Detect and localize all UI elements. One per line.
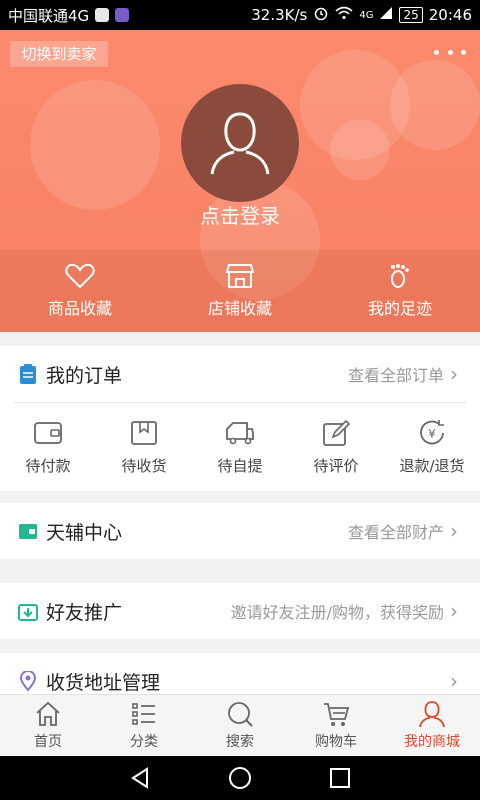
battery-level: 25 — [399, 7, 423, 23]
orders-card: 我的订单 查看全部订单 › 待付款 待收货 待自提 待评价 ¥ 退款/退货 — [0, 346, 480, 491]
gift-icon — [18, 604, 38, 621]
invite-label: 邀请好友注册/购物，获得奖励 — [230, 603, 444, 622]
carrier-label: 中国联通4G — [8, 6, 90, 25]
avatar[interactable] — [181, 84, 299, 202]
home-circle-icon[interactable] — [228, 766, 252, 790]
nav-my-mall[interactable]: 我的商城 — [384, 695, 480, 756]
nav-cart[interactable]: 购物车 — [288, 695, 384, 756]
nav-category-label: 分类 — [130, 734, 158, 750]
orders-header[interactable]: 我的订单 查看全部订单 › — [0, 346, 480, 402]
notification-icon — [95, 8, 110, 22]
invite-friends-title: 好友推广 — [46, 601, 123, 624]
cart-icon — [324, 703, 350, 726]
nav-home[interactable]: 首页 — [0, 695, 96, 756]
person-icon — [419, 701, 445, 728]
pending-receipt-button[interactable]: 待收货 — [96, 419, 192, 476]
recents-icon[interactable] — [328, 766, 352, 790]
favorite-goods-button[interactable]: 商品收藏 — [0, 250, 160, 332]
view-all-orders-label: 查看全部订单 — [347, 366, 444, 385]
network-speed: 32.3K/s — [251, 6, 308, 24]
dot-icon — [461, 49, 466, 55]
clipboard-icon — [20, 364, 36, 384]
invite-friends-row[interactable]: 好友推广 邀请好友注册/购物，获得奖励 › — [0, 583, 480, 639]
favorite-stores-button[interactable]: 店铺收藏 — [160, 250, 320, 332]
package-icon — [131, 420, 157, 445]
nav-home-label: 首页 — [34, 734, 62, 750]
switch-to-seller-button[interactable]: 切换到卖家 — [10, 41, 108, 67]
tianfu-center-title: 天辅中心 — [46, 521, 123, 544]
pending-review-button[interactable]: 待评价 — [288, 419, 384, 476]
order-status-list: 待付款 待收货 待自提 待评价 ¥ 退款/退货 — [0, 403, 480, 491]
favorite-goods-label: 商品收藏 — [47, 299, 112, 318]
network-type: 4G — [359, 9, 374, 21]
nav-search-label: 搜索 — [226, 734, 254, 750]
pending-payment-label: 待付款 — [25, 456, 71, 475]
clock: 20:46 — [428, 6, 472, 24]
chevron-right-icon: › — [450, 669, 458, 693]
list-icon — [132, 703, 155, 725]
svg-text:¥: ¥ — [428, 427, 436, 441]
address-chevron[interactable]: › — [450, 669, 458, 693]
bottom-nav: 首页 分类 搜索 购物车 我的商城 — [0, 694, 480, 756]
view-all-assets-link[interactable]: 查看全部财产 › — [348, 519, 458, 543]
wifi-icon — [335, 6, 353, 24]
refund-icon: ¥ — [420, 419, 444, 444]
address-management-title: 收货地址管理 — [46, 671, 161, 694]
profile-header: 切换到卖家 点击登录 商品收藏 店铺收藏 我的足迹 — [0, 30, 480, 332]
system-nav-bar — [0, 756, 480, 800]
location-icon — [19, 671, 37, 691]
truck-icon — [226, 421, 254, 444]
wallet-icon — [34, 421, 62, 444]
chevron-right-icon: › — [450, 519, 458, 543]
search-icon — [228, 702, 253, 727]
view-all-orders-link[interactable]: 查看全部订单 › — [348, 362, 458, 386]
pending-pickup-button[interactable]: 待自提 — [192, 419, 288, 476]
nav-search[interactable]: 搜索 — [192, 695, 288, 756]
footprints-label: 我的足迹 — [367, 299, 432, 318]
pending-receipt-label: 待收货 — [121, 456, 167, 475]
app-notification-icon — [115, 8, 130, 22]
pending-payment-button[interactable]: 待付款 — [0, 419, 96, 476]
decorative-bubble — [30, 80, 160, 210]
nav-my-mall-label: 我的商城 — [404, 734, 460, 750]
nav-category[interactable]: 分类 — [96, 695, 192, 756]
store-icon — [225, 264, 255, 288]
footprint-icon — [391, 264, 409, 288]
nav-cart-label: 购物车 — [315, 734, 357, 750]
tianfu-center-row[interactable]: 天辅中心 查看全部财产 › — [0, 503, 480, 559]
orders-title: 我的订单 — [46, 364, 123, 387]
refund-button[interactable]: ¥ 退款/退货 — [384, 419, 480, 476]
back-icon[interactable] — [128, 766, 152, 790]
wallet-green-icon — [19, 524, 37, 539]
favorites-bar: 商品收藏 店铺收藏 我的足迹 — [0, 250, 480, 332]
edit-icon — [323, 419, 351, 446]
login-link[interactable]: 点击登录 — [0, 200, 480, 229]
signal-icon — [379, 6, 393, 24]
pending-review-label: 待评价 — [313, 456, 359, 475]
chevron-right-icon: › — [450, 599, 458, 623]
user-silhouette-icon — [210, 112, 270, 175]
status-bar: 中国联通4G 32.3K/s 4G 25 20:46 — [0, 0, 480, 30]
alarm-icon — [313, 5, 329, 25]
decorative-bubble — [330, 120, 390, 180]
refund-label: 退款/退货 — [399, 456, 465, 475]
view-all-assets-label: 查看全部财产 — [347, 523, 444, 542]
dot-icon — [434, 49, 439, 55]
decorative-bubble — [390, 60, 480, 150]
more-menu-button[interactable] — [434, 42, 466, 62]
home-icon — [36, 701, 60, 726]
footprints-button[interactable]: 我的足迹 — [320, 250, 480, 332]
invite-link[interactable]: 邀请好友注册/购物，获得奖励 › — [231, 599, 458, 623]
favorite-stores-label: 店铺收藏 — [207, 299, 272, 318]
pending-pickup-label: 待自提 — [217, 456, 263, 475]
chevron-right-icon: › — [450, 362, 458, 386]
dot-icon — [447, 49, 453, 55]
heart-icon — [65, 263, 95, 289]
